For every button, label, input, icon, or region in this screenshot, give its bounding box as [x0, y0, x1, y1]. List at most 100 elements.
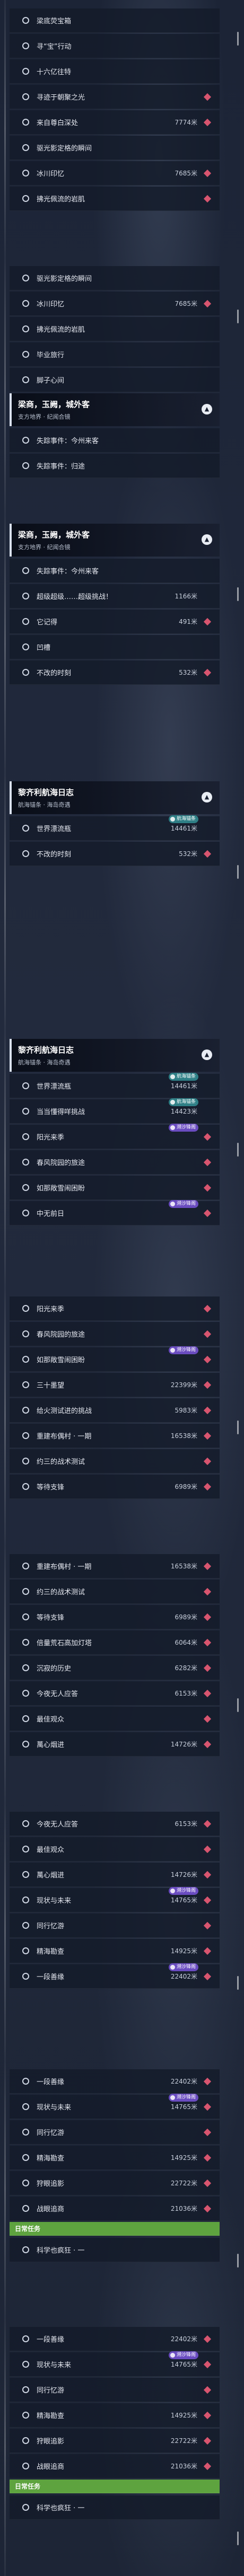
scrollbar[interactable] — [237, 310, 239, 323]
quest-row[interactable]: 约三的战术测试 — [10, 1580, 220, 1604]
quest-row[interactable]: 脚子心间 — [10, 368, 220, 392]
quest-row[interactable]: 中无前日 溯沙锋阁 — [10, 1200, 220, 1225]
quest-row[interactable]: 阳光来季 — [10, 1296, 220, 1321]
quest-label: 它记得 — [37, 619, 58, 627]
chevron-up-icon[interactable]: ▲ — [202, 534, 212, 545]
category-bar[interactable]: 日常任务 — [10, 2480, 220, 2493]
quest-status-icon — [22, 144, 29, 151]
quest-row[interactable]: 一段善缘 22402米 溯沙锋阁 — [10, 1963, 220, 1989]
quest-row[interactable]: 不改的时刻 532米 — [10, 660, 220, 685]
quest-row[interactable]: 精海勘查 14925米 — [10, 2146, 220, 2170]
quest-row[interactable]: 今夜无人应答 6153米 — [10, 1681, 220, 1706]
quest-row[interactable]: 现状与未来 14765米 溯沙锋阁 — [10, 2351, 220, 2377]
scrollbar[interactable] — [237, 587, 239, 601]
quest-row[interactable]: 寻“宝”行动 — [10, 34, 220, 58]
quest-row[interactable]: 寻迹于朝聚之光 — [10, 85, 220, 109]
quest-label: 世界漂流瓶 — [37, 1083, 72, 1091]
quest-row[interactable]: 凹槽 — [10, 635, 220, 659]
scrollbar[interactable] — [237, 2531, 239, 2545]
scrollbar[interactable] — [237, 2254, 239, 2268]
quest-row[interactable]: 春风院园的旅途 — [10, 1150, 220, 1175]
quest-row[interactable]: 萬心烟进 14726米 — [10, 1863, 220, 1887]
quest-label: 萬心烟进 — [37, 1872, 65, 1880]
quest-row[interactable]: 毕业旅行 — [10, 342, 220, 367]
quest-row[interactable]: 同行忆游 — [10, 2120, 220, 2145]
side-rail — [4, 0, 6, 258]
quest-row[interactable]: 失踪事件：归途 — [10, 454, 220, 478]
category-bar[interactable]: 日常任务 — [10, 2222, 220, 2236]
diamond-marker-icon — [203, 1921, 212, 1929]
scrollbar[interactable] — [237, 1698, 239, 1712]
quest-row[interactable]: 同行忆游 — [10, 2378, 220, 2402]
quest-status-icon — [22, 1846, 29, 1852]
scrollbar[interactable] — [237, 865, 239, 879]
quest-row[interactable]: 科学也疯狂 · 一 — [10, 2495, 220, 2520]
quest-row[interactable]: 狩眼追影 22722米 — [10, 2429, 220, 2453]
quest-row[interactable]: 驱光影定格的瞬间 — [10, 136, 220, 160]
quest-row[interactable]: 狩眼追影 22722米 — [10, 2171, 220, 2195]
quest-row[interactable]: 十六亿往特 — [10, 59, 220, 84]
quest-distance: 22402米 — [170, 2078, 197, 2085]
quest-row[interactable]: 来自尊白深处 7774米 — [10, 110, 220, 135]
quest-row[interactable]: 萬心烟进 14726米 — [10, 1732, 220, 1757]
quest-row[interactable]: 战眼追商 21036米 — [10, 2196, 220, 2221]
quest-row[interactable]: 最佳观众 — [10, 1837, 220, 1862]
quest-row[interactable]: 冰川印忆 7685米 — [10, 292, 220, 316]
quest-row[interactable]: 精海勘查 14925米 — [10, 2403, 220, 2428]
scrollbar[interactable] — [237, 1421, 239, 1434]
quest-row[interactable]: 阳光来季 溯沙锋阁 — [10, 1124, 220, 1149]
quest-row[interactable]: 拂光佩流的岩肌 — [10, 317, 220, 341]
quest-row[interactable]: 沉寂的历史 6282米 — [10, 1656, 220, 1680]
quest-row[interactable]: 如那敞雪闹困盼 溯沙锋阁 — [10, 1346, 220, 1372]
quest-label: 拂光佩流的岩肌 — [37, 196, 85, 204]
quest-row[interactable]: 等待支锋 6989米 — [10, 1475, 220, 1499]
chevron-up-icon[interactable]: ▲ — [202, 792, 212, 802]
quest-row[interactable]: 失踪事件：今州来客 — [10, 559, 220, 583]
diamond-marker-icon — [203, 2360, 212, 2368]
quest-row[interactable]: 拂光佩流的岩肌 — [10, 187, 220, 211]
quest-row[interactable]: 梁底荧宝箱 — [10, 8, 220, 33]
scrollbar[interactable] — [237, 32, 239, 46]
quest-row[interactable]: 世界漂流瓶 14461米 航海锚条 — [10, 815, 220, 841]
quest-row[interactable]: 它记得 491米 — [10, 610, 220, 634]
quest-row[interactable]: 约三的战术测试 — [10, 1449, 220, 1474]
quest-row[interactable]: 现状与未来 14765米 溯沙锋阁 — [10, 1887, 220, 1912]
quest-row[interactable]: 驱光影定格的瞬间 — [10, 266, 220, 290]
quest-group-header[interactable]: 黎齐利航海日志 航海锚条 · 海岛奇遇 ▲ — [10, 1039, 220, 1072]
quest-row[interactable]: 现状与未来 14765米 溯沙锋阁 — [10, 2094, 220, 2119]
quest-group-header[interactable]: 梁商，玉阙，城外客 支方地界 · 纪闻合镜 ▲ — [10, 393, 220, 426]
quest-row[interactable]: 战眼追商 21036米 — [10, 2454, 220, 2478]
scrollbar[interactable] — [237, 1143, 239, 1157]
quest-row[interactable]: 失踪事件：今州来客 — [10, 428, 220, 453]
quest-group-header[interactable]: 梁商，玉阙，城外客 支方地界 · 纪闻合镜 ▲ — [10, 524, 220, 557]
quest-row[interactable]: 重建布偶村 · 一期 16538米 — [10, 1424, 220, 1448]
quest-row[interactable]: 当当懂得咩挑战 14423米 航海锚条 — [10, 1098, 220, 1124]
quest-row[interactable]: 最佳观众 — [10, 1707, 220, 1731]
quest-row[interactable]: 科学也疯狂 · 一 — [10, 2238, 220, 2262]
scrollbar[interactable] — [237, 1976, 239, 1990]
quest-row[interactable]: 世界漂流瓶 14461米 航海锚条 — [10, 1073, 220, 1098]
quest-row[interactable]: 三十墨望 22399米 — [10, 1373, 220, 1397]
quest-row[interactable]: 等待支锋 6989米 — [10, 1605, 220, 1629]
diamond-marker-icon — [203, 1457, 212, 1465]
quest-row[interactable]: 倍量荒石高加灯塔 6064米 — [10, 1630, 220, 1655]
quest-status-icon — [22, 1563, 29, 1569]
quest-row[interactable]: 精海勘查 14925米 — [10, 1939, 220, 1963]
quest-row[interactable]: 给火测试进的挑战 5983米 — [10, 1398, 220, 1423]
tag-icon — [170, 2353, 175, 2358]
quest-row[interactable]: 一段善缘 22402米 — [10, 2327, 220, 2351]
quest-row[interactable]: 冰川印忆 7685米 — [10, 161, 220, 186]
chevron-up-icon[interactable]: ▲ — [202, 1049, 212, 1060]
quest-row[interactable]: 春风院园的旅途 — [10, 1322, 220, 1346]
quest-row[interactable]: 一段善缘 22402米 — [10, 2069, 220, 2094]
chevron-up-icon[interactable]: ▲ — [202, 404, 212, 414]
quest-row[interactable]: 今夜无人应答 6153米 — [10, 1812, 220, 1836]
quest-row[interactable]: 超级超级……超级挑战！ 1166米 — [10, 584, 220, 608]
quest-row[interactable]: 同行忆游 — [10, 1913, 220, 1938]
quest-row[interactable]: 不改的时刻 532米 — [10, 842, 220, 866]
quest-status-icon — [22, 1305, 29, 1312]
quest-group-header[interactable]: 黎齐利航海日志 航海锚条 · 海岛奇遇 ▲ — [10, 781, 220, 814]
quest-row[interactable]: 重建布偶村 · 一期 16538米 — [10, 1554, 220, 1578]
quest-row[interactable]: 如那敞雪闹困盼 — [10, 1176, 220, 1200]
quest-status-icon — [22, 1973, 29, 1980]
